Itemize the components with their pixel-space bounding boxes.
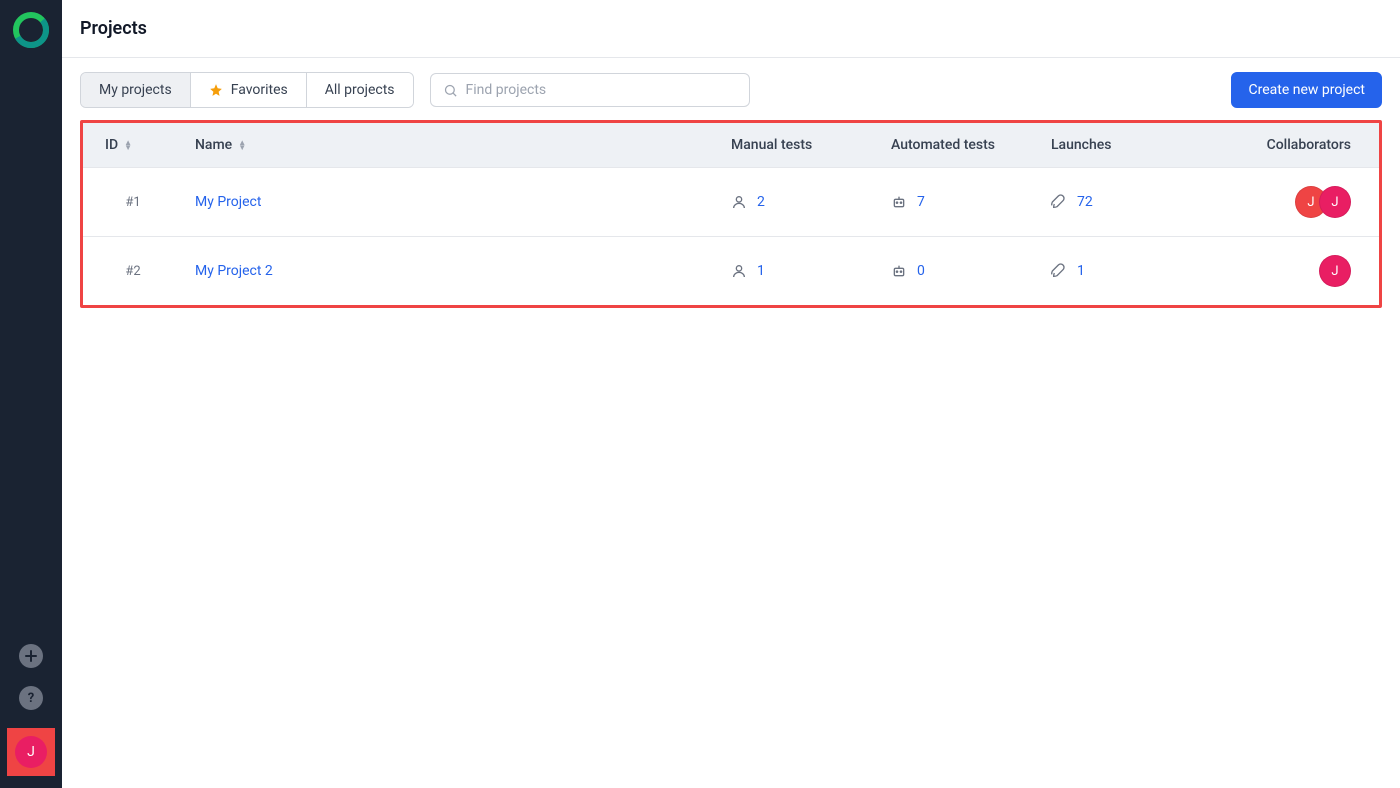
user-avatar[interactable]: J <box>15 736 47 768</box>
col-header-id[interactable]: ID ▲▼ <box>83 123 183 168</box>
table-row[interactable]: #2 My Project 2 1 0 1 J <box>83 237 1379 306</box>
col-label: Launches <box>1051 137 1111 153</box>
cell-name: My Project <box>183 168 719 237</box>
sort-icon: ▲▼ <box>238 140 246 150</box>
search-box[interactable] <box>430 73 750 107</box>
launch-count: 1 <box>1077 263 1085 279</box>
cell-id: #1 <box>83 168 183 237</box>
manual-count: 1 <box>757 263 765 279</box>
collaborator-avatar[interactable]: J <box>1319 186 1351 218</box>
app-logo[interactable] <box>13 12 49 48</box>
project-link[interactable]: My Project 2 <box>195 263 273 279</box>
sidebar: ? J <box>0 0 62 788</box>
collaborator-avatar[interactable]: J <box>1319 255 1351 287</box>
tab-my-projects[interactable]: My projects <box>81 73 191 107</box>
create-project-button[interactable]: Create new project <box>1231 72 1382 108</box>
user-avatar-initial: J <box>27 744 35 760</box>
avatar-stack: JJ <box>1295 186 1351 218</box>
cell-name: My Project 2 <box>183 237 719 306</box>
cell-launches: 72 <box>1039 168 1219 237</box>
create-project-label: Create new project <box>1248 82 1365 98</box>
cell-auto: 7 <box>879 168 1039 237</box>
cell-id: #2 <box>83 237 183 306</box>
col-label: Automated tests <box>891 137 995 153</box>
person-icon <box>731 263 747 279</box>
col-label: Name <box>195 137 232 153</box>
tab-label: All projects <box>325 82 395 98</box>
project-filter-tabs: My projects Favorites All projects <box>80 72 414 108</box>
projects-table-highlight: ID ▲▼ Name ▲▼ <box>80 120 1382 308</box>
cell-launches: 1 <box>1039 237 1219 306</box>
cell-auto: 0 <box>879 237 1039 306</box>
tab-all-projects[interactable]: All projects <box>307 73 413 107</box>
auto-count: 0 <box>917 263 925 279</box>
add-button[interactable] <box>19 644 43 668</box>
avatar-stack: J <box>1319 255 1351 287</box>
star-icon <box>209 83 223 97</box>
search-icon <box>443 83 458 98</box>
person-icon <box>731 194 747 210</box>
col-label: Manual tests <box>731 137 812 153</box>
manual-count: 2 <box>757 194 765 210</box>
table-row[interactable]: #1 My Project 2 7 72 JJ <box>83 168 1379 237</box>
page-header: Projects <box>62 0 1400 58</box>
cell-manual: 2 <box>719 168 879 237</box>
help-button[interactable]: ? <box>19 686 43 710</box>
launch-count: 72 <box>1077 194 1093 210</box>
robot-icon <box>891 263 907 279</box>
rocket-icon <box>1051 263 1067 279</box>
rocket-icon <box>1051 194 1067 210</box>
projects-table: ID ▲▼ Name ▲▼ <box>83 123 1379 305</box>
sort-icon: ▲▼ <box>124 140 132 150</box>
col-header-name[interactable]: Name ▲▼ <box>183 123 719 168</box>
project-link[interactable]: My Project <box>195 194 261 210</box>
cell-collaborators: JJ <box>1219 168 1379 237</box>
page-title: Projects <box>80 18 1382 39</box>
cell-collaborators: J <box>1219 237 1379 306</box>
user-avatar-highlight: J <box>7 728 55 776</box>
tab-favorites[interactable]: Favorites <box>191 73 307 107</box>
auto-count: 7 <box>917 194 925 210</box>
col-label: ID <box>105 137 118 153</box>
col-label: Collaborators <box>1267 137 1351 153</box>
tab-label: Favorites <box>231 82 288 98</box>
col-header-launches: Launches <box>1039 123 1219 168</box>
main-content: Projects My projects Favorites All proje… <box>62 0 1400 788</box>
col-header-collaborators: Collaborators <box>1219 123 1379 168</box>
toolbar: My projects Favorites All projects Creat… <box>62 58 1400 120</box>
col-header-auto: Automated tests <box>879 123 1039 168</box>
robot-icon <box>891 194 907 210</box>
col-header-manual: Manual tests <box>719 123 879 168</box>
cell-manual: 1 <box>719 237 879 306</box>
search-input[interactable] <box>466 82 737 98</box>
tab-label: My projects <box>99 82 172 98</box>
